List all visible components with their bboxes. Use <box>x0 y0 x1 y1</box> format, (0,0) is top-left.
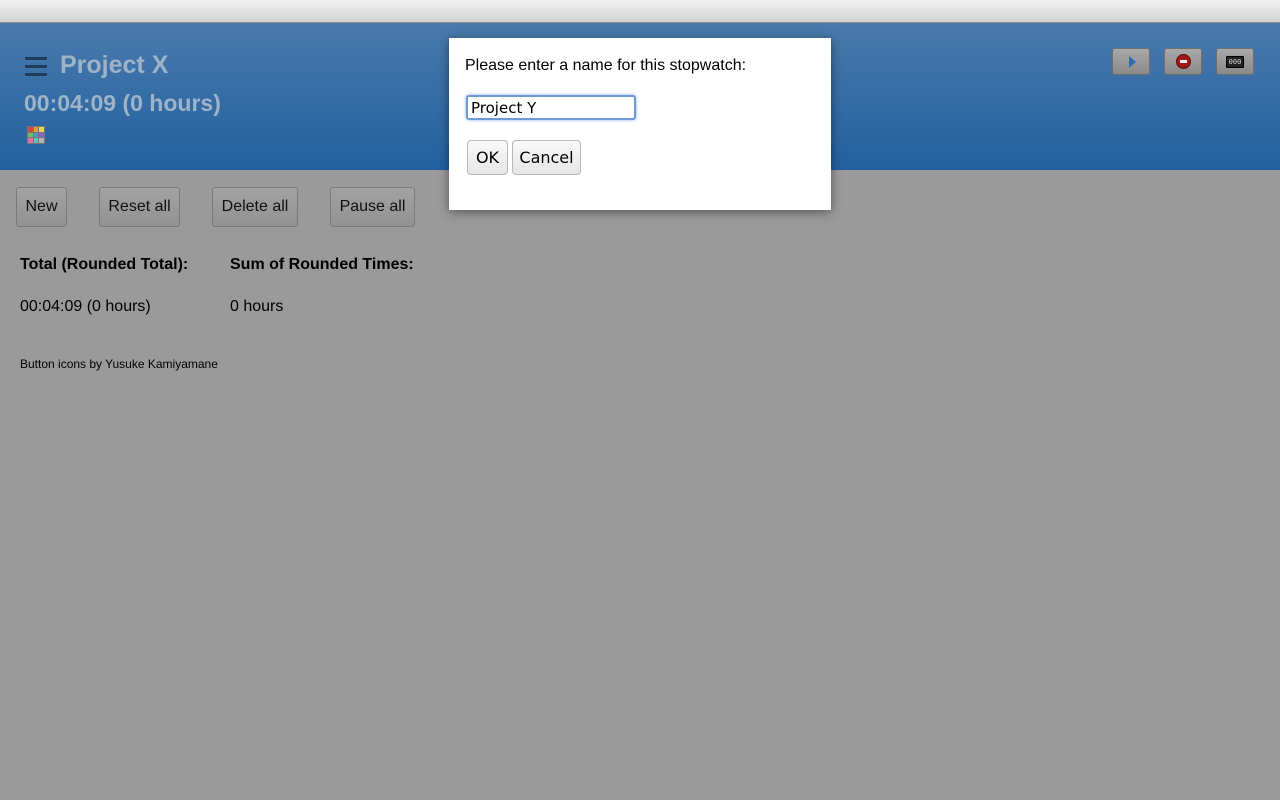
project-elapsed-time: 00:04:09 (0 hours) <box>24 90 221 116</box>
palette-swatch <box>28 138 33 143</box>
total-value: 00:04:09 (0 hours) <box>20 298 151 315</box>
start-button[interactable] <box>1112 48 1150 75</box>
palette-swatch <box>39 132 44 138</box>
color-picker-icon[interactable] <box>27 126 45 144</box>
sum-value: 0 hours <box>230 298 284 315</box>
new-button[interactable]: New <box>16 187 67 227</box>
total-label: Total (Rounded Total): <box>20 256 189 273</box>
palette-swatch <box>28 132 33 138</box>
sum-label: Sum of Rounded Times: <box>230 256 414 273</box>
hamburger-menu-icon[interactable] <box>25 57 47 77</box>
palette-swatch <box>33 127 39 132</box>
palette-swatch <box>39 138 44 143</box>
stop-icon <box>1175 54 1191 69</box>
palette-swatch <box>28 127 33 132</box>
ok-button[interactable]: OK <box>467 140 508 175</box>
reset-counter-button[interactable]: 000 <box>1216 48 1254 75</box>
palette-swatch <box>39 127 44 132</box>
palette-swatch <box>33 132 39 138</box>
counter-icon: 000 <box>1226 55 1244 68</box>
project-title[interactable]: Project X <box>60 51 168 80</box>
window-titlebar <box>0 0 1280 23</box>
play-icon <box>1128 55 1136 68</box>
dialog-message: Please enter a name for this stopwatch: <box>465 57 747 74</box>
cancel-button[interactable]: Cancel <box>512 140 581 175</box>
palette-swatch <box>33 138 39 143</box>
stop-button[interactable] <box>1164 48 1202 75</box>
delete-all-button[interactable]: Delete all <box>212 187 298 227</box>
stopwatch-name-input[interactable] <box>466 95 636 120</box>
reset-all-button[interactable]: Reset all <box>99 187 180 227</box>
rename-dialog: Please enter a name for this stopwatch: … <box>449 38 831 210</box>
icon-credit: Button icons by Yusuke Kamiyamane <box>20 357 218 371</box>
pause-all-button[interactable]: Pause all <box>330 187 415 227</box>
